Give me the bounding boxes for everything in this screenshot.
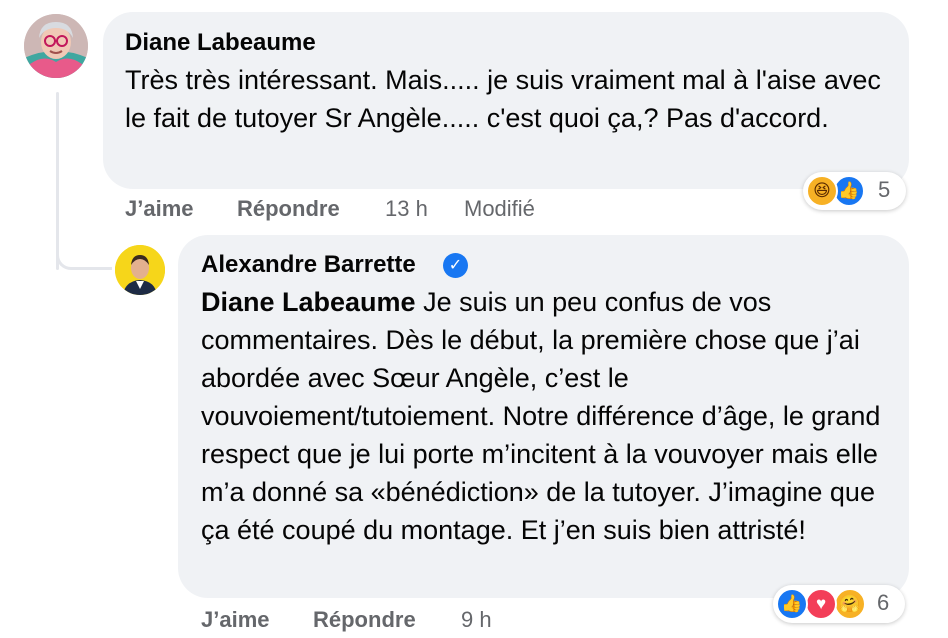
reply-button[interactable]: Répondre — [313, 607, 416, 633]
reactions-summary[interactable]: 👍 ♥ 🤗 6 — [773, 585, 905, 623]
like-button[interactable]: J’aime — [125, 196, 194, 222]
thread-line — [56, 92, 59, 270]
avatar-image — [24, 14, 88, 78]
like-button[interactable]: J’aime — [201, 607, 270, 633]
avatar-diane[interactable] — [24, 14, 88, 78]
reactions-summary[interactable]: 😆 👍 5 — [803, 172, 906, 210]
comment-timestamp[interactable]: 13 h — [385, 196, 428, 222]
comment-author[interactable]: Alexandre Barrette — [201, 251, 416, 279]
comment-body: Je suis un peu confus de vos commentaire… — [201, 287, 881, 545]
avatar-image — [115, 245, 165, 295]
comment-text: Très très intéressant. Mais..... je suis… — [125, 65, 881, 133]
thread-connector — [56, 255, 112, 270]
mention-link[interactable]: Diane Labeaume — [201, 287, 416, 317]
haha-icon: 😆 — [806, 175, 838, 207]
comment-text: Diane Labeaume Je suis un peu confus de … — [201, 283, 891, 549]
avatar-alexandre[interactable] — [115, 245, 165, 295]
verified-check-icon: ✓ — [443, 253, 468, 278]
comment-timestamp[interactable]: 9 h — [461, 607, 492, 633]
reaction-count: 5 — [878, 177, 891, 202]
care-icon: 🤗 — [834, 588, 866, 620]
like-icon: 👍 — [776, 588, 808, 620]
comment-author[interactable]: Diane Labeaume — [125, 29, 316, 57]
reaction-count: 6 — [877, 590, 890, 615]
edited-label[interactable]: Modifié — [464, 196, 535, 222]
love-icon: ♥ — [805, 588, 837, 620]
reply-button[interactable]: Répondre — [237, 196, 340, 222]
